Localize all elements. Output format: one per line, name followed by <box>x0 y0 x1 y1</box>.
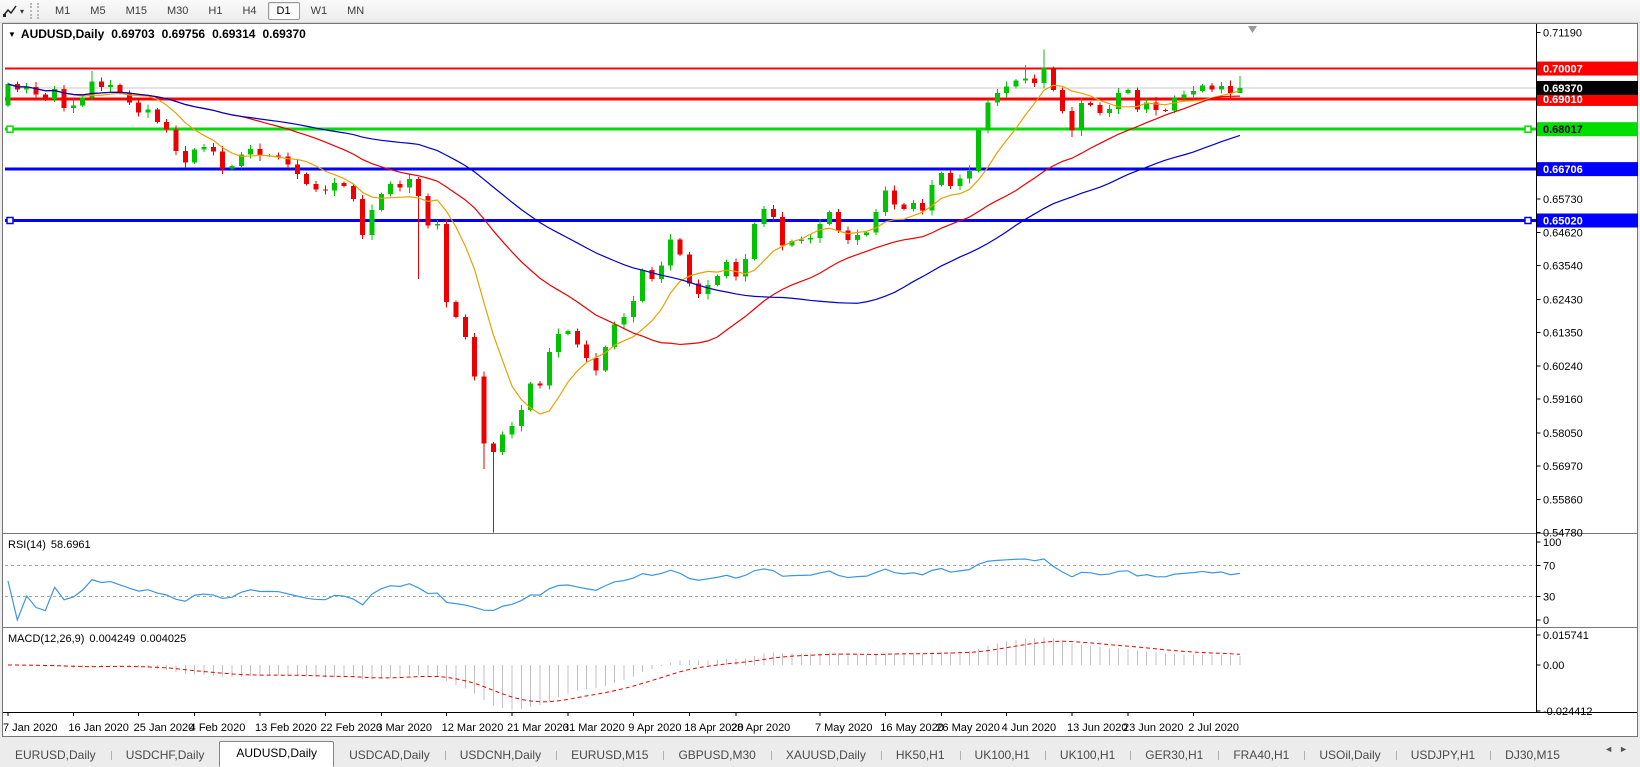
rsi-tick-label: 30 <box>1543 592 1555 604</box>
rsi-panel: 100 70 30 0 <box>5 537 1561 627</box>
moving-average-ma-medium <box>8 84 1240 344</box>
price-tick-label: 0.58050 <box>1543 428 1583 440</box>
price-tick-label: 0.71190 <box>1543 28 1582 40</box>
chart-tab-hk50-h1[interactable]: HK50,H1 <box>881 744 960 767</box>
date-label: 9 Apr 2020 <box>628 722 681 734</box>
tab-scroll-left-icon[interactable]: ◄ <box>1604 744 1619 754</box>
macd-tick-label: -0.024412 <box>1543 706 1593 718</box>
macd-value1: 0.004249 <box>89 633 135 645</box>
date-label: 4 Jun 2020 <box>1002 722 1056 734</box>
chart-tab-eurusd-daily[interactable]: EURUSD,Daily <box>0 744 111 767</box>
chart-tab-gbpusd-m30[interactable]: GBPUSD,M30 <box>663 744 770 767</box>
chart-tab-usdcad-daily[interactable]: USDCAD,Daily <box>334 744 445 767</box>
chart-symbol-label: AUDUSD,Daily <box>21 27 104 41</box>
date-label: 13 Jun 2020 <box>1067 722 1128 734</box>
chart-canvas[interactable]: 0.711900.701100.690000.679200.668100.657… <box>0 0 1640 738</box>
rsi-tick-label: 0 <box>1543 615 1549 627</box>
price-label-0.65020-text: 0.65020 <box>1543 215 1583 227</box>
date-label: 2 Jul 2020 <box>1188 722 1239 734</box>
line-handle[interactable] <box>7 217 13 223</box>
macd-tick-label: 0.015741 <box>1543 630 1589 642</box>
date-label: 21 Mar 2020 <box>507 722 569 734</box>
price-tick-label: 0.65730 <box>1543 194 1583 206</box>
price-tick-label: 0.60240 <box>1543 361 1583 373</box>
line-handle[interactable] <box>7 126 13 132</box>
date-label: 22 Feb 2020 <box>320 722 382 734</box>
ohlc-open: 0.69703 <box>111 27 154 41</box>
chart-tab-eurusd-m15[interactable]: EURUSD,M15 <box>556 744 663 767</box>
chart-tab-usdjpy-h1[interactable]: USDJPY,H1 <box>1396 744 1490 767</box>
price-label-0.70007-text: 0.70007 <box>1543 64 1583 76</box>
date-label: 12 Mar 2020 <box>442 722 504 734</box>
chart-title: ▼ AUDUSD,Daily 0.69703 0.69756 0.69314 0.6937… <box>8 27 306 41</box>
date-label: 31 Mar 2020 <box>563 722 625 734</box>
chart-tab-usdchf-daily[interactable]: USDCHF,Daily <box>111 744 220 767</box>
price-label-0.69010-text: 0.69010 <box>1543 94 1583 106</box>
chart-shift-marker-icon <box>1248 26 1257 33</box>
date-label: 13 Feb 2020 <box>255 722 317 734</box>
ohlc-low: 0.69314 <box>212 27 255 41</box>
price-tick-label: 0.61350 <box>1543 327 1583 339</box>
chart-tab-dj30-m15[interactable]: DJ30,M15 <box>1490 744 1575 767</box>
macd-tick-label: 0.00 <box>1543 660 1564 672</box>
price-tick-label: 0.62430 <box>1543 294 1583 306</box>
chart-tab-xauusd-daily[interactable]: XAUUSD,Daily <box>771 744 881 767</box>
price-label-0.66706-text: 0.66706 <box>1543 164 1583 176</box>
chart-tab-bar: EURUSD,DailyUSDCHF,DailyAUDUSD,DailyUSDC… <box>0 738 1640 767</box>
date-label: 16 May 2020 <box>880 722 944 734</box>
date-label: 3 Mar 2020 <box>376 722 432 734</box>
date-label: 28 Apr 2020 <box>731 722 790 734</box>
chart-tab-audusd-daily[interactable]: AUDUSD,Daily <box>219 741 334 767</box>
macd-indicator-label: MACD(12,26,9) 0.004249 0.004025 <box>8 633 186 645</box>
date-label: 16 Jan 2020 <box>68 722 129 734</box>
date-label: 7 Jan 2020 <box>3 722 57 734</box>
time-axis: 7 Jan 2020 16 Jan 2020 25 Jan 20204 Feb 20… <box>3 713 1239 734</box>
ohlc-close: 0.69370 <box>262 27 305 41</box>
price-tick-label: 0.55860 <box>1543 495 1583 507</box>
date-label: 23 Jun 2020 <box>1123 722 1184 734</box>
price-tick-label: 0.64620 <box>1543 228 1583 240</box>
rsi-tick-label: 100 <box>1543 537 1561 549</box>
macd-panel: 0.015741 0.00 -0.024412 <box>8 630 1593 718</box>
moving-average-ma-slow <box>8 84 1240 303</box>
panel-borders <box>3 24 1637 713</box>
rsi-tick-label: 70 <box>1543 560 1555 572</box>
rsi-line <box>8 559 1240 620</box>
chart-tab-uk100-h1[interactable]: UK100,H1 <box>960 744 1045 767</box>
ohlc-high: 0.69756 <box>162 27 205 41</box>
date-label: 4 Feb 2020 <box>190 722 246 734</box>
chart-tab-uk100-h1[interactable]: UK100,H1 <box>1045 744 1130 767</box>
chart-tab-usdcnh-daily[interactable]: USDCNH,Daily <box>445 744 556 767</box>
line-handle[interactable] <box>1525 126 1531 132</box>
chart-tab-fra40-h1[interactable]: FRA40,H1 <box>1218 744 1304 767</box>
chart-tab-usoil-daily[interactable]: USOil,Daily <box>1304 744 1395 767</box>
current-price-label-text: 0.69370 <box>1543 83 1583 95</box>
moving-average-ma-fast <box>8 84 1240 414</box>
date-label: 25 Jan 2020 <box>134 722 195 734</box>
chart-tab-ger30-h1[interactable]: GER30,H1 <box>1130 744 1218 767</box>
price-label-0.68017-text: 0.68017 <box>1543 124 1583 136</box>
line-handle[interactable] <box>1525 217 1531 223</box>
price-tick-label: 0.59160 <box>1543 394 1583 406</box>
macd-name: MACD(12,26,9) <box>8 633 84 645</box>
rsi-name: RSI(14) <box>8 539 46 551</box>
date-label: 7 May 2020 <box>815 722 872 734</box>
rsi-value: 58.6961 <box>51 539 91 551</box>
price-tick-label: 0.63540 <box>1543 261 1583 273</box>
tab-scroll-right-icon[interactable]: ► <box>1619 744 1634 754</box>
rsi-indicator-label: RSI(14) 58.6961 <box>8 539 91 551</box>
collapse-indicator-icon[interactable]: ▼ <box>8 30 16 39</box>
candlestick-series <box>6 49 1243 532</box>
price-tick-label: 0.56970 <box>1543 461 1583 473</box>
date-label: 26 May 2020 <box>936 722 1000 734</box>
macd-value2: 0.004025 <box>140 633 186 645</box>
tab-scroll-arrows: ◄► <box>1604 744 1634 754</box>
